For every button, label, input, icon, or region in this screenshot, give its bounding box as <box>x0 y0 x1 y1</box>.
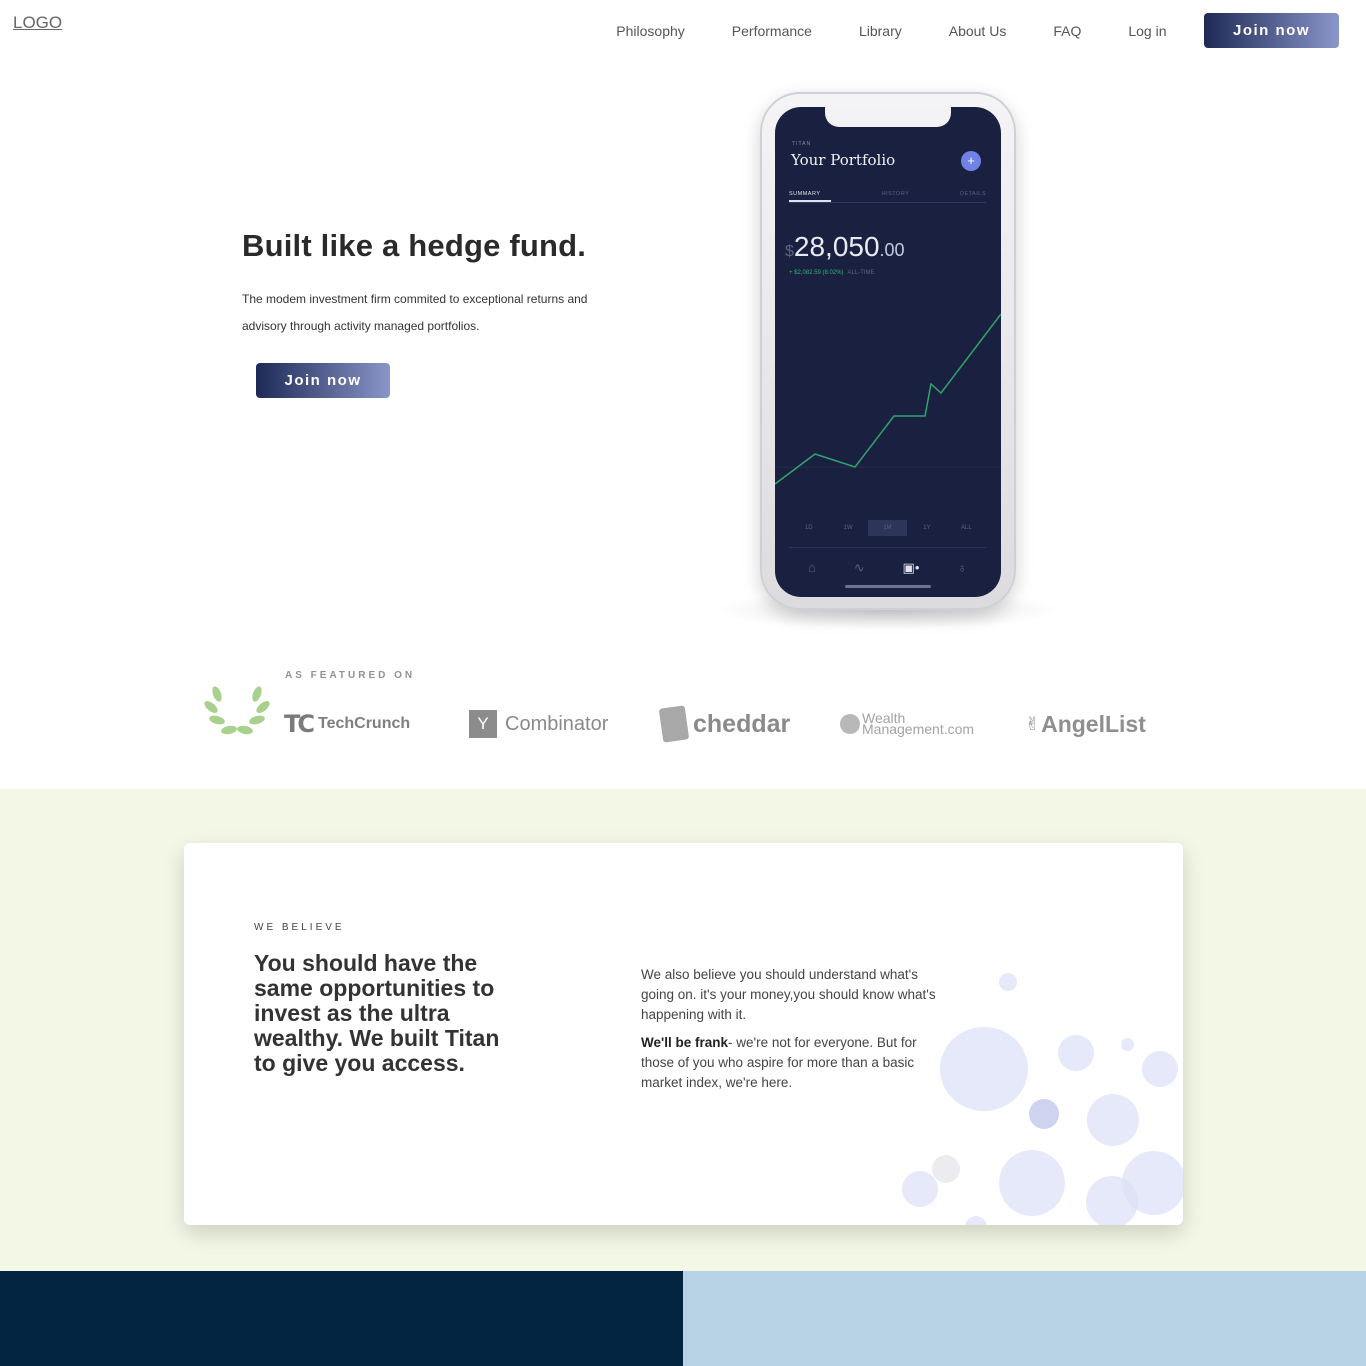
app-tab-history: HISTORY <box>881 191 910 197</box>
range-1d: 1D <box>804 525 813 531</box>
cheddar-logo: cheddar <box>658 704 791 744</box>
believe-frank-bold: We'll be frank <box>641 1035 728 1050</box>
hero-title: Built like a hedge fund. <box>242 228 587 263</box>
app-tab-summary: SUMMARY <box>789 189 831 202</box>
phone-mockup: TITAN Your Portfolio + SUMMARY HISTORY D… <box>760 92 1016 610</box>
chart-line <box>775 313 1001 485</box>
decor-bubble <box>940 1027 1028 1111</box>
home-icon: ⌂ <box>807 560 816 575</box>
range-all: ALL <box>960 525 972 531</box>
believe-headline: You should have the same opportunities t… <box>254 950 500 1076</box>
portfolio-currency: $ <box>785 243 794 260</box>
decor-bubble <box>902 1171 938 1207</box>
range-1y: 1Y <box>923 525 931 531</box>
range-1m: 1M <box>867 520 908 536</box>
wealthmanagement-icon <box>840 714 860 734</box>
nav-library[interactable]: Library <box>835 23 925 39</box>
portfolio-folder-icon: ▣• <box>902 559 920 575</box>
nav-faq[interactable]: FAQ <box>1030 23 1105 39</box>
cheddar-text: cheddar <box>693 709 791 738</box>
bottom-panel-left <box>0 1271 683 1366</box>
decor-bubble <box>1142 1051 1178 1087</box>
portfolio-chart <box>775 313 1001 485</box>
portfolio-value-decimal: .00 <box>879 240 905 260</box>
home-indicator <box>845 585 931 588</box>
decor-bubble <box>1122 1151 1183 1215</box>
range-1w: 1W <box>843 525 853 531</box>
laurel-icon <box>204 686 270 735</box>
app-tabbar: ⌂ ∿ ▣• ♁ <box>789 547 986 587</box>
phone-screen: TITAN Your Portfolio + SUMMARY HISTORY D… <box>775 107 1001 597</box>
decor-bubble <box>1121 1038 1134 1051</box>
portfolio-change: + $2,082.59 (8.02%) ALL-TIME <box>789 270 875 276</box>
logo-link[interactable]: LOGO <box>13 13 62 33</box>
portfolio-value: $28,050.00 <box>785 231 905 263</box>
phone-notch <box>825 107 951 127</box>
wealthmanagement-line2: Management.com <box>862 721 975 737</box>
user-icon: ♁ <box>957 560 968 575</box>
decor-bubble <box>999 973 1017 991</box>
believe-label: WE BELIEVE <box>254 922 345 933</box>
range-selector: 1D 1W 1M 1Y ALL <box>789 520 986 536</box>
decor-bubble <box>999 1150 1065 1216</box>
featured-label: AS FEATURED ON <box>285 670 416 681</box>
nav-performance[interactable]: Performance <box>708 23 835 39</box>
believe-card: WE BELIEVE You should have the same oppo… <box>184 843 1183 1225</box>
decor-bubble <box>965 1216 987 1225</box>
app-brand: TITAN <box>792 141 812 147</box>
techcrunch-logo: TC TechCrunch <box>284 704 410 744</box>
portfolio-change-value: + $2,082.59 (8.02%) <box>789 270 844 276</box>
angellist-logo: ✌ AngelList <box>1025 704 1146 744</box>
bottom-panel-right <box>683 1271 1366 1366</box>
hero-join-button[interactable]: Join now <box>256 363 390 398</box>
angellist-icon: ✌ <box>1025 713 1041 734</box>
nav-philosophy[interactable]: Philosophy <box>593 23 709 39</box>
decor-bubble <box>1029 1099 1059 1129</box>
decor-bubble <box>932 1155 960 1183</box>
believe-paragraph-2: We'll be frank- we're not for everyone. … <box>641 1033 951 1093</box>
angellist-text: AngelList <box>1041 710 1146 737</box>
add-icon: + <box>961 151 981 171</box>
ycombinator-logo: Y Combinator <box>469 704 608 744</box>
app-tab-details: DETAILS <box>959 191 986 197</box>
nav-about-us[interactable]: About Us <box>925 23 1030 39</box>
activity-icon: ∿ <box>853 559 865 575</box>
nav-login[interactable]: Log in <box>1105 23 1190 39</box>
ycombinator-text: Combinator <box>505 712 609 735</box>
techcrunch-icon: TC <box>284 710 315 738</box>
landing-page: LOGO Philosophy Performance Library Abou… <box>0 0 1366 1366</box>
app-title: Your Portfolio <box>791 151 896 169</box>
main-nav: Philosophy Performance Library About Us … <box>593 13 1339 48</box>
portfolio-value-main: 28,050 <box>793 231 880 262</box>
hero-description: The modem investment firm commited to ex… <box>242 292 588 333</box>
app-tabs: SUMMARY HISTORY DETAILS <box>789 189 986 203</box>
wealthmanagement-text: Wealth Management.com <box>862 711 975 737</box>
portfolio-change-label: ALL-TIME <box>847 270 875 276</box>
cheddar-icon <box>658 705 690 743</box>
ycombinator-icon: Y <box>469 710 497 738</box>
techcrunch-text: TechCrunch <box>317 715 411 732</box>
decor-bubble <box>1058 1035 1094 1071</box>
believe-paragraph-1: We also believe you should understand wh… <box>641 967 936 1022</box>
decor-bubble <box>1087 1094 1139 1146</box>
wealthmanagement-logo: Wealth Management.com <box>840 704 974 744</box>
header-join-button[interactable]: Join now <box>1204 13 1339 48</box>
